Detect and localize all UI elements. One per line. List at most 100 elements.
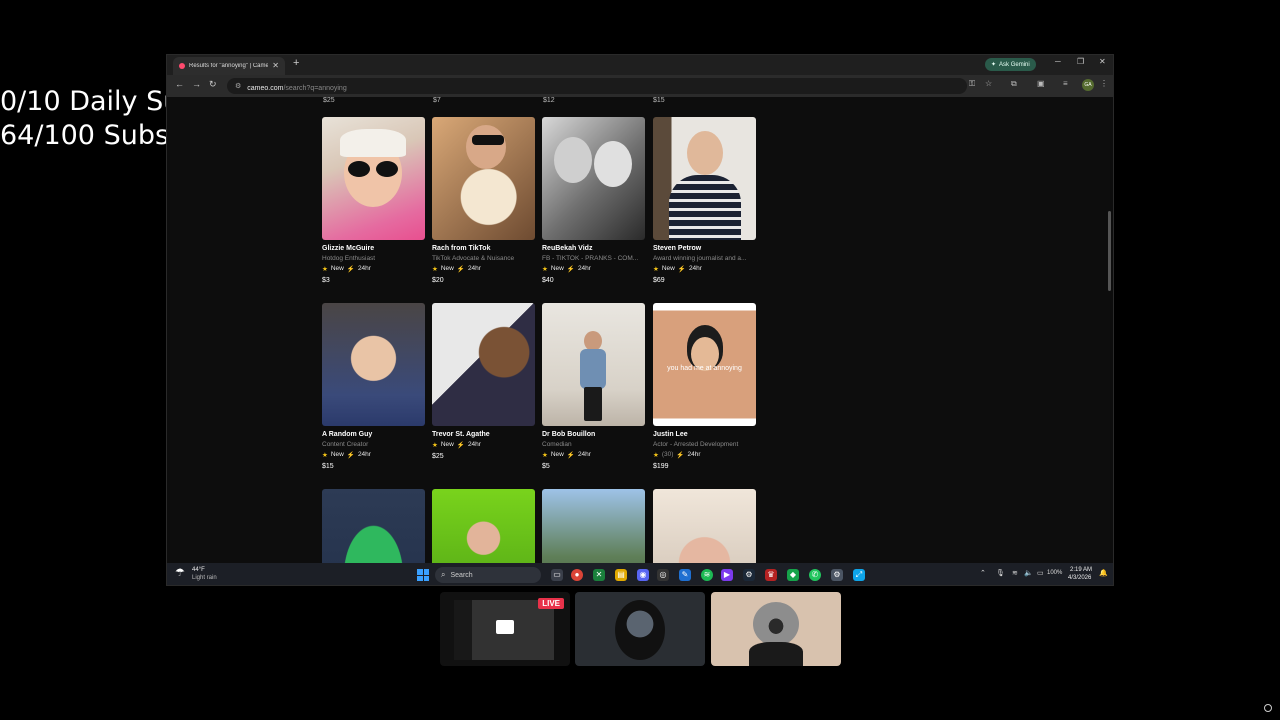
notification-bell-icon[interactable]: 🔔 (1099, 570, 1108, 577)
result-card[interactable] (432, 489, 535, 563)
page-scrollbar[interactable] (1108, 211, 1111, 291)
wifi-icon[interactable]: ≋ (1012, 570, 1018, 577)
menu-icon[interactable]: ⋮ (1100, 80, 1108, 88)
ask-gemini-button[interactable]: ✦ Ask Gemini (985, 58, 1036, 71)
result-card[interactable]: ReuBekah Vidz FB - TIKTOK - PRANKS - COM… (542, 117, 645, 284)
rating-label: New (661, 265, 675, 272)
back-icon[interactable]: ← (175, 80, 184, 89)
talent-badges: ★ New ⚡ 24hr (653, 265, 756, 273)
raccoon-suit-shape (749, 642, 803, 666)
talent-name[interactable]: A Random Guy (322, 431, 425, 438)
url-bar[interactable]: ⚙ cameo.com/search?q=annoying (227, 78, 967, 94)
profile-avatar[interactable]: GA (1082, 79, 1094, 91)
editor-app-icon[interactable]: ✎ (679, 569, 691, 581)
discord-icon[interactable]: ◉ (637, 569, 649, 581)
tab-cameo-results[interactable]: Results for "annoying" | Cameo ✕ (173, 57, 285, 75)
talent-price: $40 (542, 277, 554, 284)
result-card[interactable]: you had me at annoying Justin Lee Actor … (653, 303, 756, 470)
settings-icon[interactable]: ⚙ (831, 569, 843, 581)
extensions-icon[interactable]: ⧉ (1011, 80, 1017, 88)
hooded-figure-avatar (615, 600, 665, 660)
clock-date[interactable]: 4/3/2026 (1068, 575, 1091, 581)
talent-name[interactable]: ReuBekah Vidz (542, 245, 645, 252)
result-card[interactable] (542, 489, 645, 563)
video-caption: you had me at annoying (667, 365, 742, 372)
result-card[interactable] (322, 489, 425, 563)
media-player-icon[interactable]: ▶ (721, 569, 733, 581)
star-icon: ★ (542, 266, 548, 273)
lightning-icon: ⚡ (346, 452, 355, 459)
forward-icon[interactable]: → (192, 80, 201, 89)
talent-photo[interactable]: you had me at annoying (653, 303, 756, 426)
result-card[interactable]: Rach from TikTok TikTok Advocate & Nuisa… (432, 117, 535, 284)
talent-name[interactable]: Trevor St. Agathe (432, 431, 535, 438)
talent-name[interactable]: Rach from TikTok (432, 245, 535, 252)
talent-badges: ★ New ⚡ 24hr (542, 451, 645, 459)
talent-photo[interactable] (432, 117, 535, 240)
talent-photo[interactable] (653, 117, 756, 240)
gemini-sparkle-icon: ✦ (991, 62, 997, 68)
rain-cloud-icon[interactable]: ☂ (175, 568, 185, 579)
result-card[interactable]: Dr Bob Bouillon Comedian ★ New ⚡ 24hr $5 (542, 303, 645, 470)
lightning-icon: ⚡ (456, 266, 465, 273)
clock-time[interactable]: 2:19 AM (1070, 567, 1092, 573)
steam-icon[interactable]: ⚙ (743, 569, 755, 581)
talent-name[interactable]: Justin Lee (653, 431, 756, 438)
result-card[interactable]: Glizzie McGuire Hotdog Enthusiast ★ New ⚡… (322, 117, 425, 284)
previous-row-price: $15 (653, 97, 665, 104)
start-windows-icon[interactable] (417, 569, 429, 581)
site-info-icon[interactable]: ⚙ (235, 82, 241, 90)
talent-photo[interactable] (542, 489, 645, 563)
settings-corner-icon[interactable] (1264, 704, 1272, 712)
talent-photo[interactable] (322, 489, 425, 563)
lightning-icon: ⚡ (566, 452, 575, 459)
result-card[interactable]: Trevor St. Agathe ★ New ⚡ 24hr $25 (432, 303, 535, 460)
reload-icon[interactable]: ↻ (209, 80, 217, 89)
close-tab-icon[interactable]: ✕ (272, 62, 279, 70)
speaker-icon[interactable]: 🔈 (1024, 570, 1033, 577)
talent-photo[interactable] (542, 117, 645, 240)
restore-icon[interactable]: ❐ (1077, 58, 1084, 66)
talent-name[interactable]: Steven Petrow (653, 245, 756, 252)
chrome-icon[interactable]: ● (571, 569, 583, 581)
result-card[interactable]: Steven Petrow Award winning journalist a… (653, 117, 756, 284)
new-tab-icon[interactable]: + (293, 58, 299, 69)
chat-app-icon[interactable]: ✆ (809, 569, 821, 581)
talent-category: Comedian (542, 441, 572, 448)
minimize-icon[interactable]: ─ (1055, 58, 1061, 66)
talent-badges: ★ New ⚡ 24hr (322, 265, 425, 273)
file-explorer-icon[interactable]: ▤ (615, 569, 627, 581)
sidebar-icon[interactable]: ▣ (1037, 80, 1045, 88)
game-launcher-icon[interactable]: ♛ (765, 569, 777, 581)
talent-photo[interactable] (432, 489, 535, 563)
cap-shape (340, 129, 406, 157)
talent-photo[interactable] (542, 303, 645, 426)
result-card[interactable] (653, 489, 756, 563)
talent-photo[interactable] (653, 489, 756, 563)
media-controls-icon[interactable]: ≡ (1063, 80, 1068, 88)
spotify-icon[interactable]: ≋ (701, 569, 713, 581)
talent-photo[interactable] (322, 303, 425, 426)
battery-icon[interactable]: ▭ (1037, 570, 1044, 577)
talent-photo[interactable] (322, 117, 425, 240)
talent-name[interactable]: Glizzie McGuire (322, 245, 425, 252)
talent-photo[interactable] (432, 303, 535, 426)
review-count: (30) (661, 451, 674, 458)
chevron-up-icon[interactable]: ⌃ (980, 570, 986, 577)
talent-name[interactable]: Dr Bob Bouillon (542, 431, 645, 438)
result-card[interactable]: A Random Guy Content Creator ★ New ⚡ 24hr … (322, 303, 425, 470)
microphone-icon[interactable]: 🎙 (996, 570, 1005, 577)
talent-badges: ★ New ⚡ 24hr (542, 265, 645, 273)
bookmark-star-icon[interactable]: ☆ (985, 80, 992, 88)
raccoon-avatar (753, 602, 799, 646)
close-window-icon[interactable]: ✕ (1099, 58, 1106, 66)
star-icon: ★ (322, 266, 328, 273)
messaging-app-icon[interactable]: ◆ (787, 569, 799, 581)
taskbar-search[interactable]: ⌕ Search (435, 567, 541, 583)
xbox-icon[interactable]: ✕ (593, 569, 605, 581)
screen-capture-icon[interactable]: ⤢ (853, 569, 865, 581)
trousers-shape (584, 387, 602, 421)
task-view-icon[interactable]: ▭ (551, 569, 563, 581)
obs-icon[interactable]: ◎ (657, 569, 669, 581)
password-key-icon[interactable]: ⚿ (969, 80, 975, 88)
